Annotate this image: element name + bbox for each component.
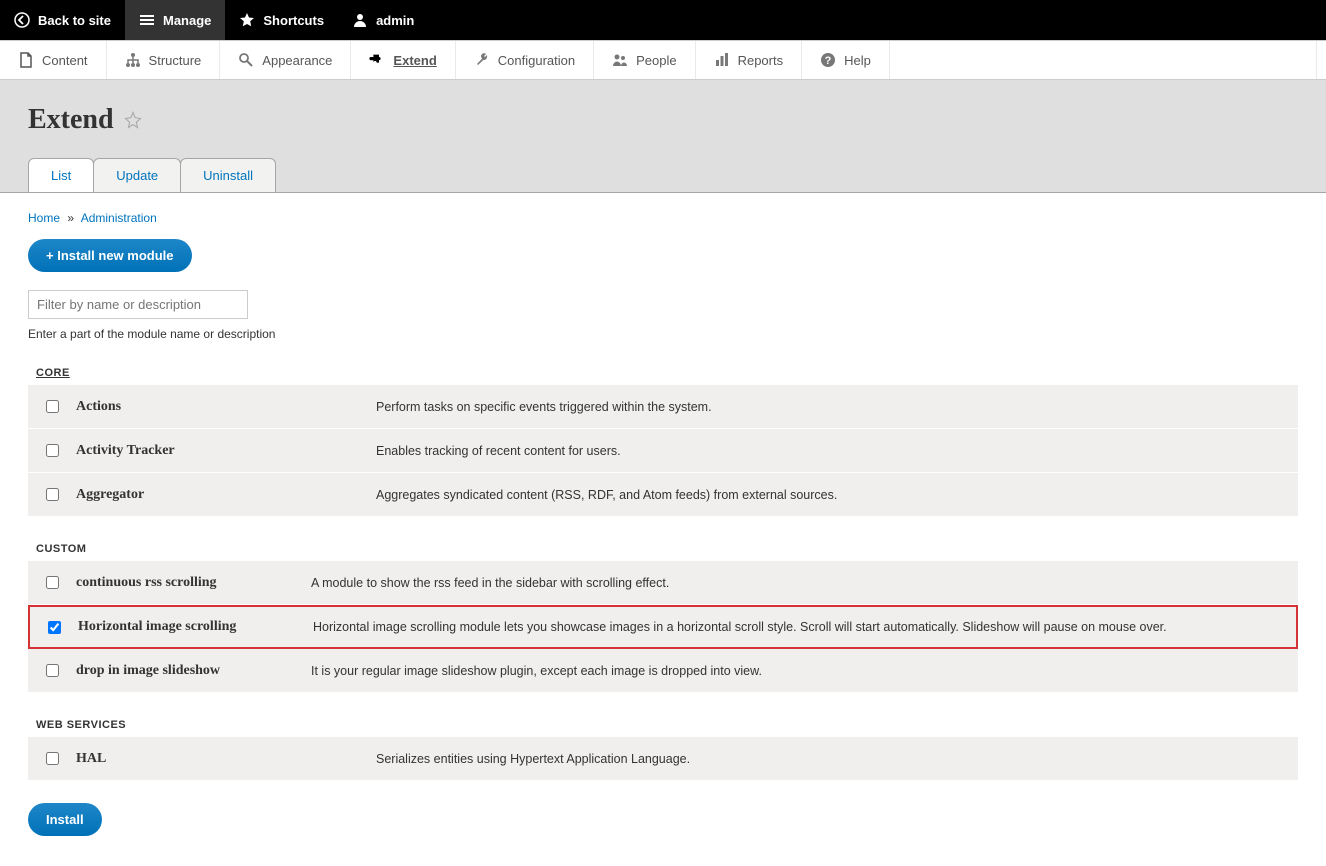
shortcuts-label: Shortcuts xyxy=(263,13,324,28)
module-description: A module to show the rss feed in the sid… xyxy=(311,576,1284,590)
nav-configuration[interactable]: Configuration xyxy=(456,41,594,79)
nav-appearance-label: Appearance xyxy=(262,53,332,68)
toolbar-top: Back to site Manage Shortcuts admin xyxy=(0,0,1326,40)
nav-help[interactable]: ? Help xyxy=(802,41,890,79)
breadcrumb-sep: » xyxy=(63,211,78,225)
manage-label: Manage xyxy=(163,13,211,28)
module-checkbox-cell xyxy=(28,400,76,413)
module-row: Horizontal image scrollingHorizontal ima… xyxy=(28,605,1298,649)
nav-reports[interactable]: Reports xyxy=(696,41,803,79)
nav-extend[interactable]: Extend xyxy=(351,41,455,79)
filter-help: Enter a part of the module name or descr… xyxy=(28,327,1298,341)
module-checkbox[interactable] xyxy=(46,488,59,501)
module-description: Serializes entities using Hypertext Appl… xyxy=(376,752,1284,766)
module-checkbox-cell xyxy=(28,664,76,677)
module-row: AggregatorAggregates syndicated content … xyxy=(28,473,1298,517)
svg-text:?: ? xyxy=(825,55,832,67)
module-description: It is your regular image slideshow plugi… xyxy=(311,664,1284,678)
user-icon xyxy=(352,12,368,28)
header-region: Extend List Update Uninstall xyxy=(0,80,1326,193)
module-row: continuous rss scrollingA module to show… xyxy=(28,561,1298,605)
module-checkbox[interactable] xyxy=(46,444,59,457)
core-module-list: ActionsPerform tasks on specific events … xyxy=(28,385,1298,517)
breadcrumb-administration[interactable]: Administration xyxy=(81,211,157,225)
module-checkbox-cell xyxy=(28,576,76,589)
module-checkbox[interactable] xyxy=(46,576,59,589)
page-title: Extend xyxy=(28,104,114,136)
module-row: drop in image slideshowIt is your regula… xyxy=(28,649,1298,693)
nav-structure-label: Structure xyxy=(149,53,202,68)
breadcrumb-home[interactable]: Home xyxy=(28,211,60,225)
module-checkbox-cell xyxy=(30,621,78,634)
people-icon xyxy=(612,52,628,68)
module-name[interactable]: Actions xyxy=(76,399,376,415)
module-checkbox[interactable] xyxy=(46,752,59,765)
tab-uninstall[interactable]: Uninstall xyxy=(180,158,276,192)
webservices-module-list: HALSerializes entities using Hypertext A… xyxy=(28,737,1298,781)
filter-input[interactable] xyxy=(28,290,248,319)
nav-content-label: Content xyxy=(42,53,88,68)
admin-nav: Content Structure Appearance Extend Conf… xyxy=(0,40,1326,80)
tab-update[interactable]: Update xyxy=(93,158,181,192)
nav-extend-label: Extend xyxy=(393,53,436,68)
group-core-heading[interactable]: CORE xyxy=(36,367,1298,379)
module-checkbox-cell xyxy=(28,488,76,501)
extend-icon xyxy=(369,52,385,68)
module-row: Activity TrackerEnables tracking of rece… xyxy=(28,429,1298,473)
admin-label: admin xyxy=(376,13,414,28)
tab-strip: List Update Uninstall xyxy=(0,158,1326,193)
module-name[interactable]: HAL xyxy=(76,751,376,767)
module-description: Horizontal image scrolling module lets y… xyxy=(313,620,1282,634)
nav-configuration-label: Configuration xyxy=(498,53,575,68)
module-row: ActionsPerform tasks on specific events … xyxy=(28,385,1298,429)
nav-content[interactable]: Content xyxy=(0,41,107,79)
module-checkbox-cell xyxy=(28,752,76,765)
filter-row: Enter a part of the module name or descr… xyxy=(28,290,1298,341)
tab-list[interactable]: List xyxy=(28,158,94,192)
nav-edge xyxy=(1316,41,1326,79)
nav-structure[interactable]: Structure xyxy=(107,41,221,79)
nav-people-label: People xyxy=(636,53,676,68)
module-description: Aggregates syndicated content (RSS, RDF,… xyxy=(376,488,1284,502)
back-to-site-label: Back to site xyxy=(38,13,111,28)
star-icon xyxy=(239,12,255,28)
nav-appearance[interactable]: Appearance xyxy=(220,41,351,79)
module-checkbox[interactable] xyxy=(46,664,59,677)
reports-icon xyxy=(714,52,730,68)
module-row: HALSerializes entities using Hypertext A… xyxy=(28,737,1298,781)
install-button[interactable]: Install xyxy=(28,803,102,836)
custom-module-list: continuous rss scrollingA module to show… xyxy=(28,561,1298,693)
structure-icon xyxy=(125,52,141,68)
module-name[interactable]: continuous rss scrolling xyxy=(76,575,311,591)
nav-reports-label: Reports xyxy=(738,53,784,68)
group-custom-heading: CUSTOM xyxy=(36,543,1298,555)
module-name[interactable]: Aggregator xyxy=(76,487,376,503)
back-to-site-link[interactable]: Back to site xyxy=(0,0,125,40)
content-icon xyxy=(18,52,34,68)
nav-people[interactable]: People xyxy=(594,41,695,79)
module-name[interactable]: Horizontal image scrolling xyxy=(78,619,313,635)
module-description: Perform tasks on specific events trigger… xyxy=(376,400,1284,414)
module-name[interactable]: Activity Tracker xyxy=(76,443,376,459)
nav-help-label: Help xyxy=(844,53,871,68)
module-checkbox[interactable] xyxy=(48,621,61,634)
group-webservices-heading: WEB SERVICES xyxy=(36,719,1298,731)
install-new-module-button[interactable]: + Install new module xyxy=(28,239,192,272)
shortcuts-link[interactable]: Shortcuts xyxy=(225,0,338,40)
breadcrumb: Home » Administration xyxy=(28,211,1298,239)
appearance-icon xyxy=(238,52,254,68)
main-content: Home » Administration + Install new modu… xyxy=(0,193,1326,866)
back-icon xyxy=(14,12,30,28)
manage-link[interactable]: Manage xyxy=(125,0,225,40)
admin-link[interactable]: admin xyxy=(338,0,428,40)
hamburger-icon xyxy=(139,12,155,28)
module-checkbox[interactable] xyxy=(46,400,59,413)
module-checkbox-cell xyxy=(28,444,76,457)
favorite-star-icon[interactable] xyxy=(124,111,142,129)
module-name[interactable]: drop in image slideshow xyxy=(76,663,311,679)
module-description: Enables tracking of recent content for u… xyxy=(376,444,1284,458)
configuration-icon xyxy=(474,52,490,68)
help-icon: ? xyxy=(820,52,836,68)
